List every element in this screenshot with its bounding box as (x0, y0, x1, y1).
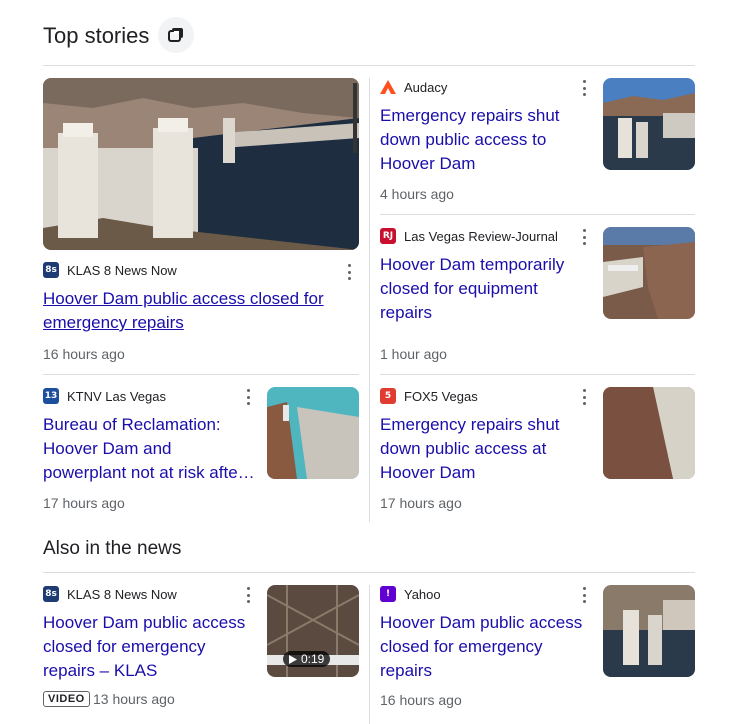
source-name: FOX5 Vegas (404, 388, 478, 404)
story-headline[interactable]: Emergency repairs shut down public acces… (380, 413, 590, 485)
more-options-icon[interactable] (582, 587, 586, 603)
story-time: 13 hours ago (93, 691, 175, 707)
source-klas-1[interactable]: 8s KLAS 8 News Now (43, 262, 177, 278)
source-ktnv[interactable]: 13 KTNV Las Vegas (43, 388, 166, 404)
more-options-icon[interactable] (582, 80, 586, 96)
story-thumbnail[interactable] (603, 387, 695, 479)
source-name: KTNV Las Vegas (67, 388, 166, 404)
source-name: Audacy (404, 79, 448, 95)
fox5-logo-icon: 5 (380, 388, 396, 404)
story-time: 16 hours ago (380, 692, 462, 708)
also-in-news-title: Also in the news (43, 538, 182, 559)
hoover-towers-thumb (603, 585, 695, 677)
story-time: 4 hours ago (380, 186, 454, 202)
card-divider (43, 374, 359, 375)
source-lvrj[interactable]: RJ Las Vegas Review-Journal (380, 228, 558, 244)
yahoo-logo-icon: ! (380, 586, 396, 602)
source-name: Yahoo (404, 586, 441, 602)
source-name: Las Vegas Review-Journal (404, 228, 558, 244)
header-divider (43, 65, 695, 66)
story-image-hoover-towers[interactable] (43, 78, 359, 250)
story-time: 17 hours ago (43, 495, 125, 511)
column-divider (369, 78, 370, 522)
video-badge: VIDEO (43, 691, 90, 707)
card-divider (380, 214, 695, 215)
story-time: 16 hours ago (43, 346, 125, 362)
lvrj-logo-icon: RJ (380, 228, 396, 244)
story-headline[interactable]: Emergency repairs shut down public acces… (380, 104, 590, 176)
source-yahoo[interactable]: ! Yahoo (380, 586, 441, 602)
story-time: 17 hours ago (380, 495, 462, 511)
source-name: KLAS 8 News Now (67, 262, 177, 278)
source-fox5[interactable]: 5 FOX5 Vegas (380, 388, 478, 404)
video-duration: 0:19 (283, 651, 331, 667)
story-thumbnail[interactable] (267, 387, 359, 479)
more-stories-button[interactable] (158, 17, 194, 53)
more-options-icon[interactable] (582, 389, 586, 405)
source-audacy[interactable]: Audacy (380, 79, 447, 95)
column-divider (369, 585, 370, 724)
source-name: KLAS 8 News Now (67, 586, 177, 602)
hoover-dam-aerial-thumb (603, 227, 695, 319)
story-thumbnail[interactable] (603, 78, 695, 170)
more-options-icon[interactable] (246, 587, 250, 603)
more-options-icon[interactable] (246, 389, 250, 405)
source-klas-2[interactable]: 8s KLAS 8 News Now (43, 586, 177, 602)
hoover-dam-photo (43, 78, 359, 250)
section-divider (43, 572, 695, 573)
story-headline[interactable]: Hoover Dam public access closed for emer… (43, 287, 343, 335)
hoover-dam-thumb (603, 78, 695, 170)
audacy-logo-icon (380, 79, 396, 95)
ktnv-logo-icon: 13 (43, 388, 59, 404)
more-options-icon[interactable] (582, 229, 586, 245)
story-headline[interactable]: Hoover Dam public access closed for emer… (380, 611, 590, 683)
story-thumbnail[interactable] (603, 227, 695, 319)
top-stories-title: Top stories (43, 23, 150, 48)
video-thumbnail[interactable]: 0:19 (267, 585, 359, 677)
card-divider (380, 374, 695, 375)
story-headline[interactable]: Hoover Dam public access closed for emer… (43, 611, 258, 683)
story-time: 1 hour ago (380, 346, 447, 362)
story-headline[interactable]: Bureau of Reclamation: Hoover Dam and po… (43, 413, 258, 485)
story-thumbnail[interactable] (603, 585, 695, 677)
klas-logo-icon: 8s (43, 586, 59, 602)
stack-icon (168, 28, 183, 42)
story-headline[interactable]: Hoover Dam temporarily closed for equipm… (380, 253, 590, 325)
dam-wall-thumb (267, 387, 359, 479)
more-options-icon[interactable] (347, 264, 351, 280)
dam-face-thumb (603, 387, 695, 479)
klas-logo-icon: 8s (43, 262, 59, 278)
play-icon (289, 654, 297, 664)
